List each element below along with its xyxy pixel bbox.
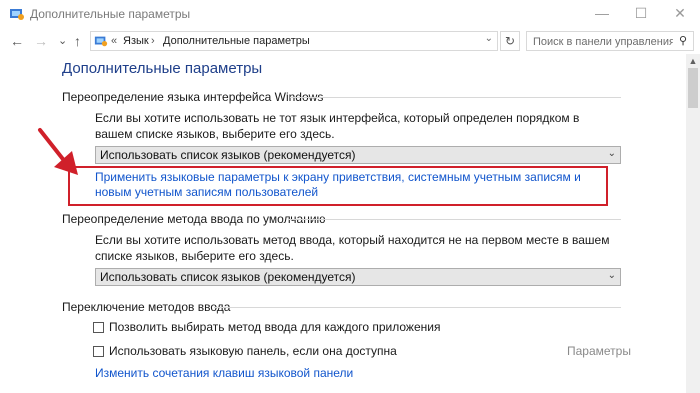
up-arrow-icon[interactable]: ↑ bbox=[74, 31, 81, 51]
search-icon[interactable]: ⚲ bbox=[679, 34, 687, 47]
maximize-button[interactable]: ☐ bbox=[631, 4, 651, 22]
breadcrumb-overflow-chevron-icon[interactable]: « bbox=[111, 35, 117, 47]
scroll-up-icon[interactable]: ▲ bbox=[686, 56, 700, 66]
title-bar: Дополнительные параметры — ☐ ✕ bbox=[0, 0, 700, 28]
breadcrumb-separator-icon[interactable]: › bbox=[151, 35, 155, 47]
address-dropdown-icon[interactable]: ⌄ bbox=[485, 33, 493, 44]
section-divider bbox=[288, 219, 621, 220]
window-title: Дополнительные параметры bbox=[30, 7, 191, 21]
search-box[interactable]: ⚲ bbox=[526, 31, 694, 51]
highlight-box bbox=[68, 166, 608, 206]
section-title-display-language: Переопределение языка интерфейса Windows bbox=[62, 90, 324, 104]
change-hotkeys-link[interactable]: Изменить сочетания клавиш языковой панел… bbox=[95, 366, 353, 381]
close-button[interactable]: ✕ bbox=[670, 4, 690, 22]
checkbox-label: Позволить выбирать метод ввода для каждо… bbox=[109, 320, 441, 334]
back-arrow-icon[interactable]: ← bbox=[10, 31, 24, 51]
search-input[interactable] bbox=[531, 33, 675, 51]
language-bar-checkbox[interactable] bbox=[93, 346, 104, 357]
chevron-down-icon: ⌄ bbox=[607, 270, 616, 281]
section-title-switching-methods: Переключение методов ввода bbox=[62, 300, 231, 314]
section-divider bbox=[290, 97, 621, 98]
section-divider bbox=[214, 307, 621, 308]
minimize-button[interactable]: — bbox=[592, 4, 612, 22]
dropdown-value: Использовать список языков (рекомендуетс… bbox=[100, 270, 356, 284]
red-arrow-annotation bbox=[38, 128, 78, 175]
control-panel-icon bbox=[10, 9, 24, 20]
main-content: Дополнительные параметры Переопределение… bbox=[0, 54, 686, 393]
vertical-scrollbar[interactable]: ▲ bbox=[686, 54, 700, 393]
refresh-button[interactable]: ↻ bbox=[500, 31, 520, 51]
section-description: Если вы хотите использовать метод ввода,… bbox=[95, 233, 610, 263]
language-bar-options-link[interactable]: Параметры bbox=[567, 344, 631, 358]
chevron-down-icon: ⌄ bbox=[607, 148, 616, 159]
breadcrumb-advanced-settings[interactable]: Дополнительные параметры bbox=[163, 35, 310, 47]
per-app-input-method-checkbox[interactable] bbox=[93, 322, 104, 333]
forward-arrow-icon[interactable]: → bbox=[34, 31, 48, 51]
recent-locations-chevron-icon[interactable]: ⌄ bbox=[58, 31, 67, 51]
dropdown-value: Использовать список языков (рекомендуетс… bbox=[100, 148, 356, 162]
input-method-dropdown[interactable]: Использовать список языков (рекомендуетс… bbox=[95, 268, 621, 286]
page-title: Дополнительные параметры bbox=[62, 60, 263, 77]
control-panel-icon bbox=[94, 36, 108, 47]
checkbox-label: Использовать языковую панель, если она д… bbox=[109, 344, 397, 358]
section-title-input-method: Переопределение метода ввода по умолчани… bbox=[62, 212, 326, 226]
address-bar[interactable]: « Язык › Дополнительные параметры ⌄ bbox=[90, 31, 498, 51]
breadcrumb-language[interactable]: Язык bbox=[123, 35, 149, 47]
section-description: Если вы хотите использовать не тот язык … bbox=[95, 111, 580, 141]
display-language-dropdown[interactable]: Использовать список языков (рекомендуетс… bbox=[95, 146, 621, 164]
scrollbar-thumb[interactable] bbox=[688, 68, 698, 108]
